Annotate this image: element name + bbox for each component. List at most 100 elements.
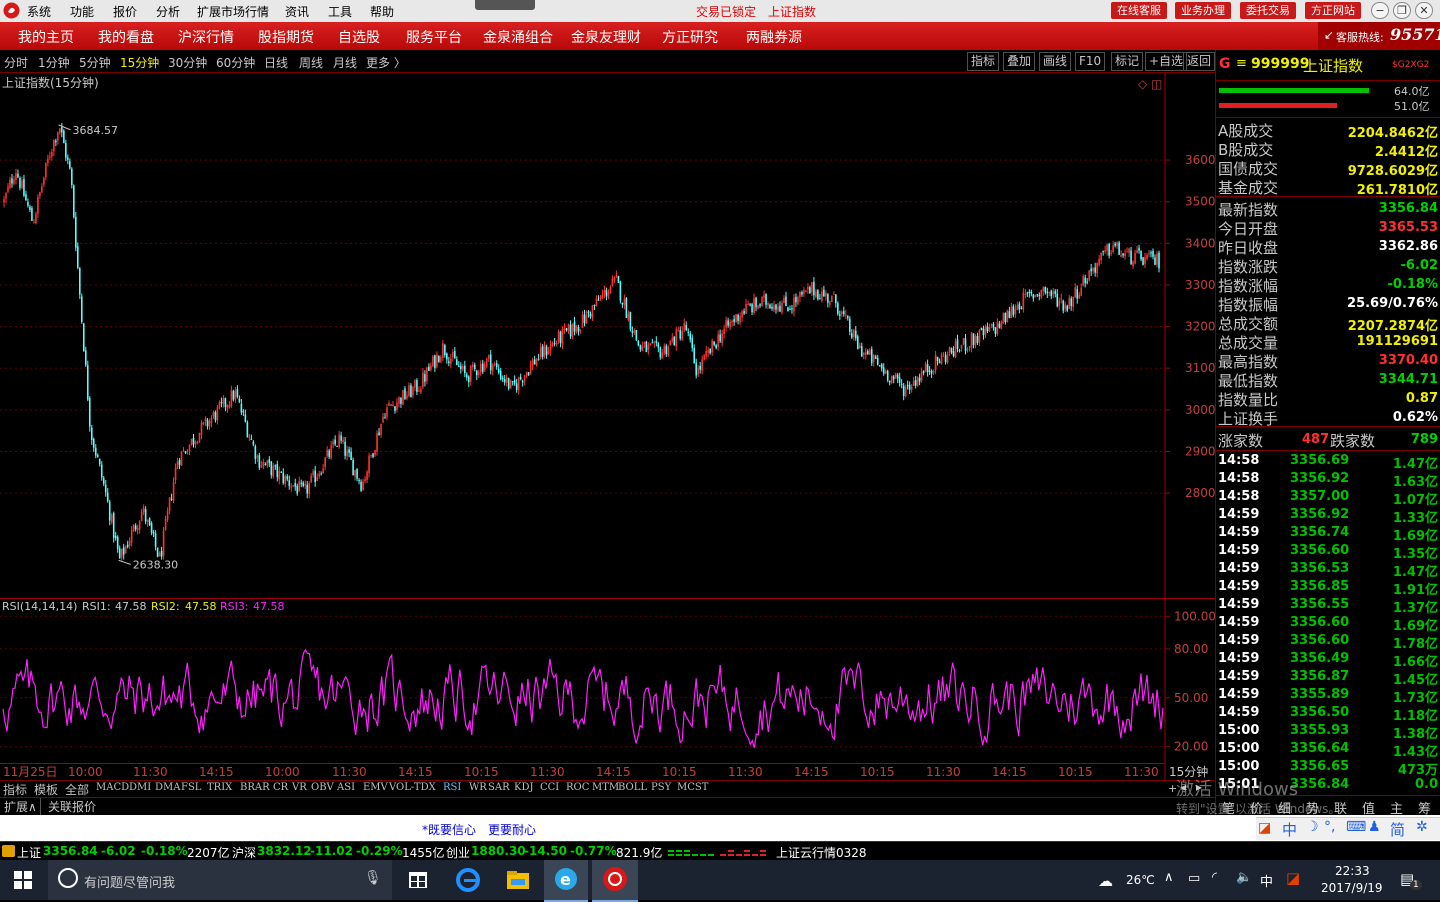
nav-item-8[interactable]: 方正研究 — [662, 27, 718, 47]
titlebar-button-3[interactable]: 方正网站 — [1305, 2, 1361, 19]
indicator-tab-16[interactable]: WR — [469, 782, 487, 793]
clock-date[interactable]: 2017/9/19 — [1321, 881, 1383, 895]
wifi-icon[interactable]: ◜ — [1212, 870, 1217, 885]
user-icon[interactable]: ♟ — [1368, 819, 1381, 835]
nav-item-6[interactable]: 金泉涌组合 — [483, 27, 553, 47]
hs-label[interactable]: 沪深 — [232, 844, 256, 861]
panel-tab-3[interactable]: 势 — [1306, 798, 1319, 817]
market-icon[interactable] — [2, 845, 15, 857]
panel-tab-1[interactable]: 价 — [1250, 798, 1263, 817]
panel-tab-5[interactable]: 值 — [1362, 798, 1375, 817]
period-tab-9[interactable]: 更多 〉 — [366, 54, 406, 71]
indicator-tab-22[interactable]: BOLL — [618, 782, 647, 793]
menu-icon[interactable]: ≡ — [1236, 56, 1247, 71]
indicator-tab-1[interactable]: 模板 — [34, 781, 58, 798]
indicator-tab-5[interactable]: DMA — [155, 782, 180, 793]
indicator-tab-18[interactable]: KDJ — [514, 782, 534, 793]
panel-tab-7[interactable]: 筹 — [1418, 798, 1431, 817]
indicator-tab-15[interactable]: RSI — [443, 782, 461, 793]
window-mode-icon[interactable]: ◫ — [1151, 77, 1162, 91]
indicator-tab-10[interactable]: VR — [292, 782, 307, 793]
indicator-tab-17[interactable]: SAR — [488, 782, 510, 793]
weather-icon[interactable]: ☁ — [1098, 872, 1113, 890]
window-grip[interactable] — [475, 0, 535, 10]
titlebar-button-0[interactable]: 在线客服 — [1111, 2, 1167, 19]
nav-item-4[interactable]: 自选股 — [338, 27, 380, 47]
nav-item-1[interactable]: 我的看盘 — [98, 27, 154, 47]
close-button[interactable]: ✕ — [1415, 2, 1433, 19]
indicator-tab-21[interactable]: MTM — [592, 782, 619, 793]
clock-time[interactable]: 22:33 — [1335, 864, 1370, 878]
restore-button[interactable]: ❐ — [1393, 2, 1411, 19]
founder-app-taskbar-button[interactable] — [592, 860, 638, 902]
right-arrow-icon[interactable]: ▸ — [1196, 780, 1202, 794]
store-icon[interactable] — [400, 866, 436, 894]
nav-item-0[interactable]: 我的主页 — [18, 27, 74, 47]
toolbar-button-4[interactable]: 标记 — [1111, 52, 1144, 71]
minimize-button[interactable]: − — [1371, 2, 1389, 19]
settings-icon[interactable]: ✲ — [1416, 819, 1428, 835]
info-link-1[interactable]: *既要信心 — [422, 821, 476, 838]
period-tab-3[interactable]: 15分钟 — [120, 54, 159, 71]
menu-item-7[interactable]: 帮助 — [370, 3, 394, 20]
keyboard-icon[interactable]: ⌨ — [1346, 819, 1366, 835]
nav-item-7[interactable]: 金泉友理财 — [571, 27, 641, 47]
ime-chinese-mode[interactable]: 中 — [1282, 819, 1297, 840]
info-link-2[interactable]: 更要耐心 — [488, 821, 536, 838]
menu-item-6[interactable]: 工具 — [328, 3, 352, 20]
toolbar-button-1[interactable]: 叠加 — [1003, 52, 1036, 71]
sh-label[interactable]: 上证 — [17, 844, 41, 861]
cortana-search[interactable]: 有问题尽管问我 🎙 — [48, 860, 392, 900]
menu-item-4[interactable]: 扩展市场行情 — [197, 3, 269, 20]
file-explorer-icon[interactable] — [500, 866, 536, 894]
microphone-icon[interactable]: 🎙 — [364, 870, 382, 886]
menu-item-3[interactable]: 分析 — [156, 3, 180, 20]
diamond-icon[interactable]: ◇ — [1138, 77, 1148, 91]
ime-simplified[interactable]: 简 — [1390, 819, 1405, 840]
windows-start-icon[interactable] — [14, 871, 32, 889]
menu-item-0[interactable]: 系统 — [27, 3, 51, 20]
menu-item-5[interactable]: 资讯 — [285, 3, 309, 20]
candlestick-chart[interactable]: 2800 2900 3000 3100 3200 3300 3400 3500 3600 上证指… — [0, 73, 1215, 598]
toolbar-button-3[interactable]: F10 — [1075, 52, 1106, 71]
period-tab-2[interactable]: 5分钟 — [79, 54, 111, 71]
show-hidden-icons[interactable]: ∧ — [1164, 870, 1174, 885]
titlebar-button-2[interactable]: 委托交易 — [1240, 2, 1296, 19]
indicator-tab-24[interactable]: MCST — [677, 782, 708, 793]
nav-item-5[interactable]: 服务平台 — [406, 27, 462, 47]
indicator-tab-19[interactable]: CCI — [540, 782, 559, 793]
panel-tab-2[interactable]: 细 — [1278, 798, 1291, 817]
menu-item-2[interactable]: 报价 — [113, 3, 137, 20]
panel-tab-0[interactable]: 笔 — [1222, 798, 1235, 817]
indicator-tab-8[interactable]: BRAR — [240, 782, 270, 793]
toolbar-button-2[interactable]: 画线 — [1039, 52, 1072, 71]
rsi-chart[interactable]: 20.00 50.00 80.00 100.00 RSI(14,14,14) RSI1… — [0, 598, 1215, 763]
period-tab-5[interactable]: 60分钟 — [216, 54, 255, 71]
nav-item-2[interactable]: 沪深行情 — [178, 27, 234, 47]
period-tab-4[interactable]: 30分钟 — [168, 54, 207, 71]
indicator-tab-4[interactable]: DMI — [129, 782, 151, 793]
indicator-tab-9[interactable]: CR — [273, 782, 288, 793]
add-indicator-icon[interactable]: + — [1168, 782, 1177, 795]
period-tab-7[interactable]: 周线 — [299, 54, 323, 71]
moon-icon[interactable]: ☽ — [1306, 819, 1319, 835]
taskbar-ime[interactable]: 中 — [1260, 871, 1273, 890]
indicator-tab-6[interactable]: FSL — [181, 782, 201, 793]
indicator-tab-20[interactable]: ROC — [566, 782, 589, 793]
indicator-tab-14[interactable]: VOL-TDX — [389, 782, 436, 793]
indicator-tab-23[interactable]: PSY — [651, 782, 671, 793]
extend-tab[interactable]: 扩展∧ — [4, 798, 41, 815]
nav-item-3[interactable]: 股指期货 — [258, 27, 314, 47]
related-quote-tab[interactable]: 关联报价 — [48, 798, 96, 815]
menu-item-1[interactable]: 功能 — [70, 3, 94, 20]
toolbar-button-0[interactable]: 指标 — [967, 52, 1000, 71]
edge-icon[interactable] — [450, 866, 486, 894]
indicator-tab-11[interactable]: OBV — [311, 782, 334, 793]
period-tab-1[interactable]: 1分钟 — [38, 54, 70, 71]
cloud-quote-label[interactable]: 上证云行情0328 — [776, 844, 867, 861]
titlebar-button-1[interactable]: 业务办理 — [1175, 2, 1231, 19]
sogou-tray-icon[interactable]: ◪ — [1286, 869, 1300, 887]
indicator-tab-12[interactable]: ASI — [337, 782, 355, 793]
indicator-tab-3[interactable]: MACD — [96, 782, 129, 793]
nav-item-9[interactable]: 两融券源 — [746, 27, 802, 47]
